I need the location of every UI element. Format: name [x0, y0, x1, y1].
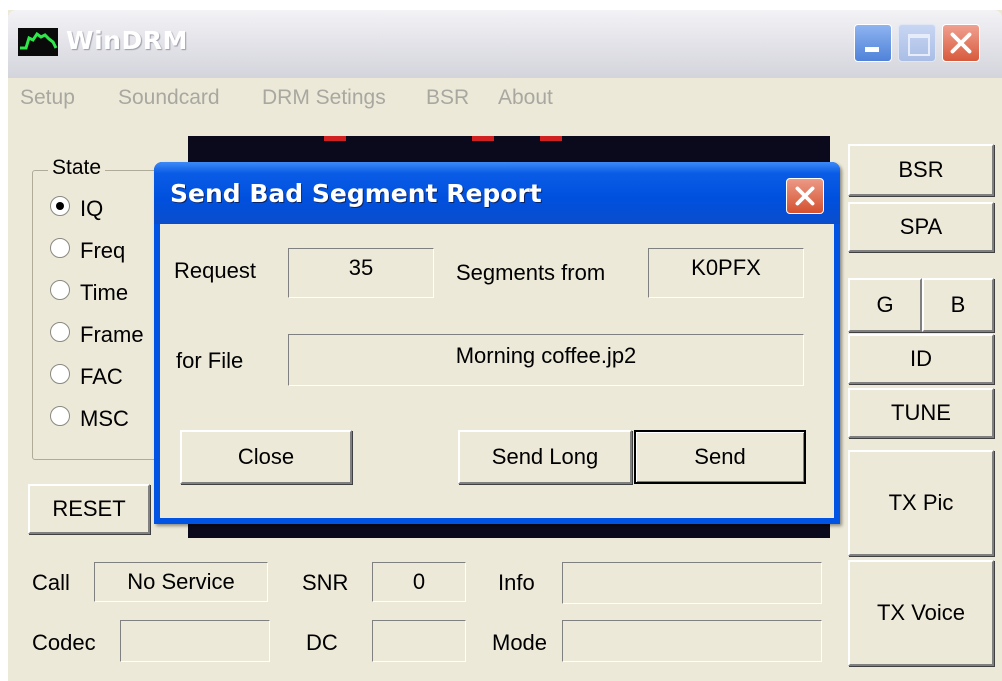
- dc-label: DC: [306, 630, 338, 655]
- request-field[interactable]: 35: [288, 248, 434, 298]
- info-field: [562, 562, 822, 604]
- marker: [472, 136, 494, 141]
- radio-freq-label: Freq: [80, 238, 126, 263]
- mode-field: [562, 620, 822, 662]
- spa-button[interactable]: SPA: [848, 202, 994, 252]
- codec-label: Codec: [32, 630, 96, 655]
- state-group-label: State: [48, 156, 106, 180]
- send-long-button[interactable]: Send Long: [458, 430, 632, 484]
- maximize-button[interactable]: [898, 24, 936, 62]
- radio-frame-label: Frame: [80, 322, 144, 347]
- marker: [540, 136, 562, 141]
- menu-bsr[interactable]: BSR: [426, 86, 469, 110]
- menu-setup[interactable]: Setup: [20, 86, 75, 110]
- window-close-button[interactable]: [942, 24, 980, 62]
- minimize-button[interactable]: [854, 24, 892, 62]
- tx-voice-button[interactable]: TX Voice: [848, 560, 994, 666]
- window-title: WinDRM: [66, 26, 188, 55]
- b-button[interactable]: B: [922, 278, 994, 332]
- dialog-title-bar[interactable]: Send Bad Segment Report: [154, 162, 840, 224]
- bsr-dialog: Send Bad Segment Report Request 35 Segme…: [154, 162, 840, 524]
- radio-freq[interactable]: [50, 238, 70, 258]
- call-field: No Service: [94, 562, 268, 602]
- main-window: WinDRM Setup Soundcard DRM Setings BSR A…: [8, 10, 1002, 681]
- menu-soundcard[interactable]: Soundcard: [118, 86, 220, 110]
- call-label: Call: [32, 570, 70, 595]
- reset-button[interactable]: RESET: [28, 484, 150, 534]
- dialog-title: Send Bad Segment Report: [170, 179, 542, 208]
- segments-from-field[interactable]: K0PFX: [648, 248, 804, 298]
- close-button[interactable]: Close: [180, 430, 352, 484]
- radio-time-label: Time: [80, 280, 129, 305]
- app-icon: [18, 28, 58, 56]
- file-name-field[interactable]: Morning coffee.jp2: [288, 334, 804, 386]
- g-button[interactable]: G: [848, 278, 922, 332]
- menu-drm-settings[interactable]: DRM Setings: [262, 86, 386, 110]
- close-icon: [950, 32, 972, 54]
- radio-msc-label: MSC: [80, 406, 129, 431]
- dc-field: [372, 620, 466, 662]
- radio-time[interactable]: [50, 280, 70, 300]
- for-file-label: for File: [176, 348, 244, 373]
- id-button[interactable]: ID: [848, 334, 994, 384]
- segments-from-label: Segments from: [456, 260, 606, 285]
- radio-fac[interactable]: [50, 364, 70, 384]
- menu-bar: Setup Soundcard DRM Setings BSR About: [8, 80, 1002, 116]
- info-label: Info: [498, 570, 535, 595]
- dialog-close-button[interactable]: [786, 178, 824, 214]
- snr-field: 0: [372, 562, 466, 602]
- marker: [324, 136, 346, 141]
- radio-iq-label: IQ: [80, 196, 104, 221]
- codec-field: [120, 620, 270, 662]
- title-bar[interactable]: WinDRM: [8, 10, 1002, 78]
- radio-frame[interactable]: [50, 322, 70, 342]
- dialog-body: Request 35 Segments from K0PFX for File …: [160, 224, 834, 518]
- tx-pic-button[interactable]: TX Pic: [848, 450, 994, 556]
- menu-about[interactable]: About: [498, 86, 553, 110]
- tune-button[interactable]: TUNE: [848, 388, 994, 438]
- mode-label: Mode: [492, 630, 548, 655]
- snr-label: SNR: [302, 570, 349, 595]
- radio-fac-label: FAC: [80, 364, 123, 389]
- request-label: Request: [174, 258, 256, 283]
- radio-msc[interactable]: [50, 406, 70, 426]
- send-button[interactable]: Send: [634, 430, 806, 484]
- close-icon: [795, 186, 815, 206]
- bsr-button[interactable]: BSR: [848, 144, 994, 196]
- radio-iq[interactable]: [50, 196, 70, 216]
